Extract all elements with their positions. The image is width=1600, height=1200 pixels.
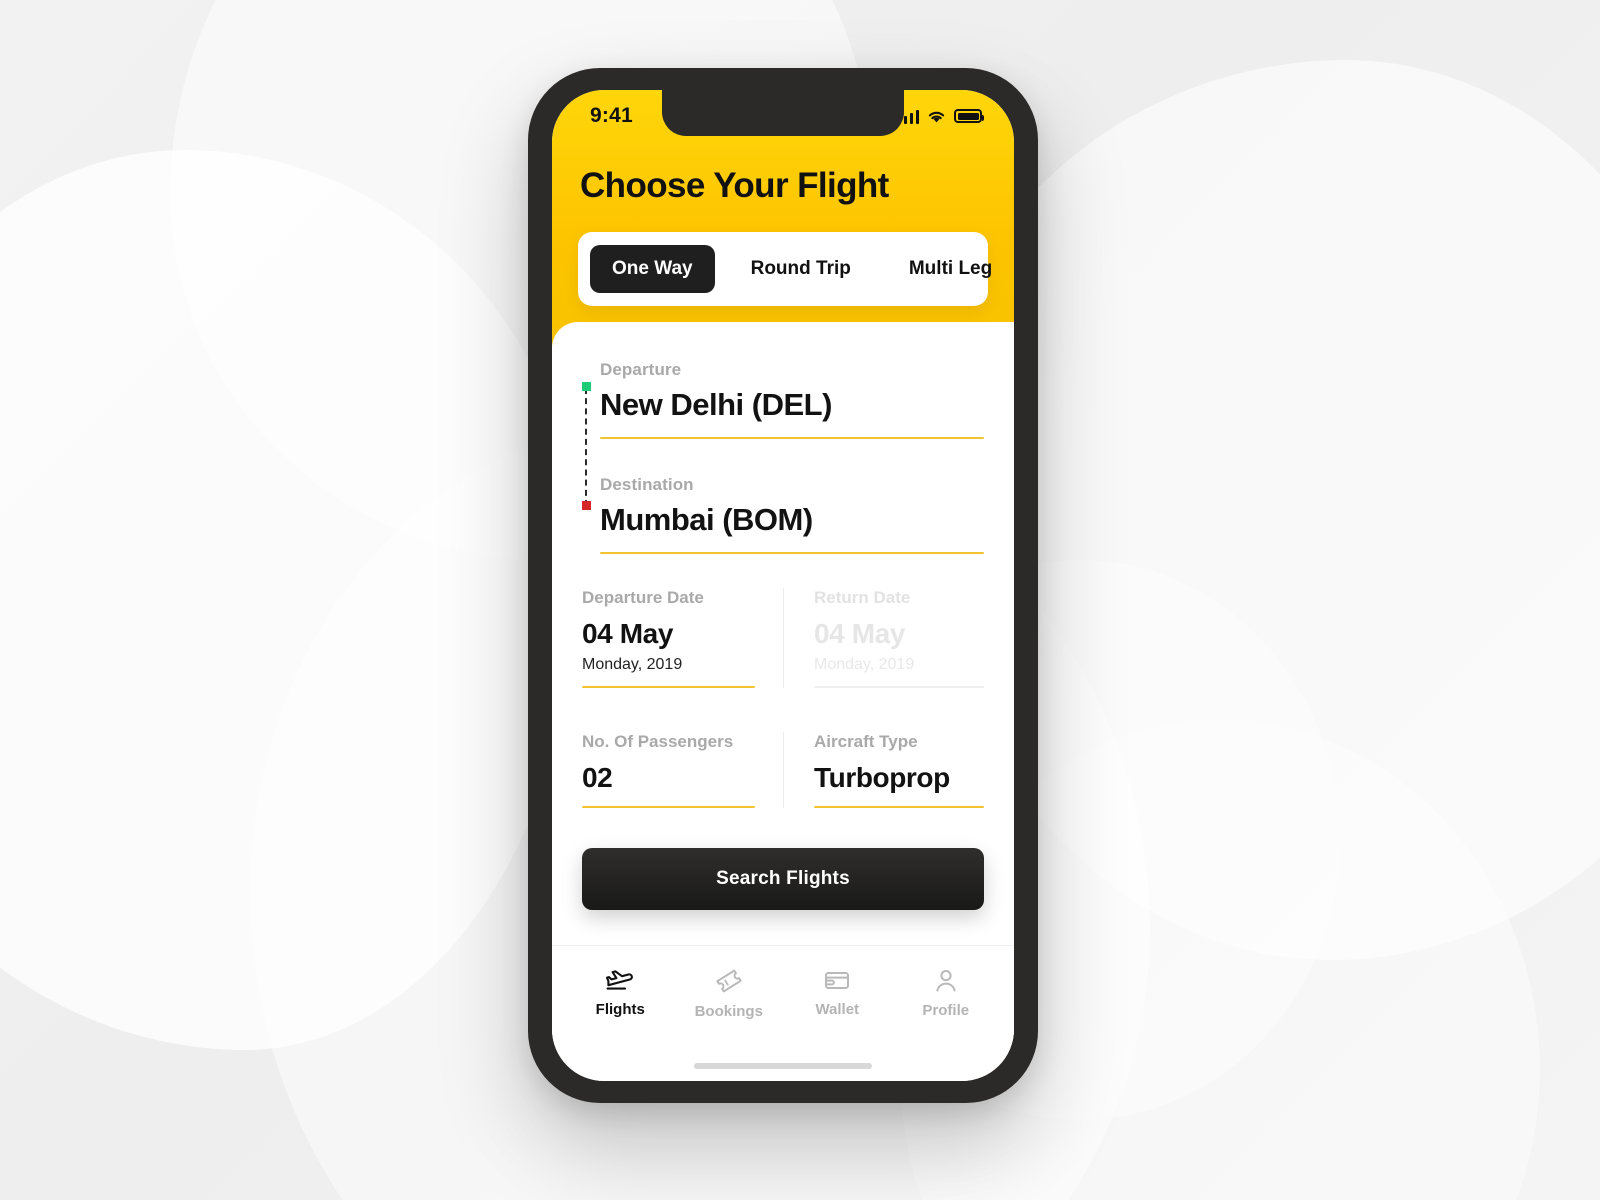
tab-round-trip[interactable]: Round Trip (729, 245, 873, 293)
passengers-field[interactable]: No. Of Passengers 02 (582, 732, 783, 808)
search-form-sheet: Departure New Delhi (DEL) Destination Mu… (552, 322, 1014, 1081)
phone-mockup: 9:41 Choose Your Flight One Way Round Tr… (528, 68, 1038, 1103)
wifi-icon (928, 111, 945, 122)
status-bar-icons (897, 109, 984, 124)
tab-one-way[interactable]: One Way (590, 245, 715, 293)
page-title: Choose Your Flight (580, 166, 889, 205)
destination-label: Destination (600, 475, 694, 494)
nav-label-profile: Profile (922, 1002, 970, 1019)
phone-notch (662, 90, 904, 136)
return-date-label: Return Date (814, 588, 911, 607)
origin-marker-icon (582, 382, 591, 391)
departure-date-underline (582, 686, 755, 688)
nav-label-bookings: Bookings (694, 1003, 763, 1020)
return-date-subtext: Monday, 2019 (814, 656, 915, 673)
route-fields: Departure New Delhi (DEL) Destination Mu… (582, 360, 984, 554)
departure-value: New Delhi (DEL) (600, 387, 832, 422)
ticket-icon (716, 969, 742, 993)
phone-screen: 9:41 Choose Your Flight One Way Round Tr… (552, 90, 1014, 1081)
battery-icon (954, 109, 984, 123)
return-date-value: 04 May (814, 618, 905, 649)
passengers-underline (582, 806, 755, 808)
person-icon (936, 970, 956, 992)
route-dashed-line (585, 388, 587, 506)
trip-type-tabs: One Way Round Trip Multi Leg (578, 232, 992, 306)
nav-item-flights[interactable]: Flights (566, 968, 675, 1018)
passengers-value: 02 (582, 762, 613, 793)
nav-label-flights: Flights (595, 1001, 645, 1018)
departure-date-field[interactable]: Departure Date 04 May Monday, 2019 (582, 588, 783, 688)
departure-date-label: Departure Date (582, 588, 704, 607)
tab-multi-leg[interactable]: Multi Leg (887, 245, 1014, 293)
destination-marker-icon (582, 501, 591, 510)
aircraft-type-label: Aircraft Type (814, 732, 918, 751)
destination-underline (600, 552, 984, 554)
wallet-icon (825, 972, 850, 989)
return-date-underline (814, 686, 984, 688)
departure-underline (600, 437, 984, 439)
aircraft-type-value: Turboprop (814, 762, 950, 793)
aircraft-type-underline (814, 806, 984, 808)
departure-date-value: 04 May (582, 618, 673, 649)
departure-date-subtext: Monday, 2019 (582, 656, 683, 673)
passengers-label: No. Of Passengers (582, 732, 734, 751)
home-indicator[interactable] (694, 1063, 872, 1069)
flight-details-grid: Departure Date 04 May Monday, 2019 Retur… (582, 588, 984, 808)
destination-value: Mumbai (BOM) (600, 502, 813, 537)
status-bar-time: 9:41 (590, 104, 633, 127)
return-date-field[interactable]: Return Date 04 May Monday, 2019 (783, 588, 984, 688)
bottom-navigation: Flights Bookings Wallet Profile (552, 945, 1014, 1063)
nav-label-wallet: Wallet (815, 1001, 860, 1018)
departure-field[interactable]: Departure New Delhi (DEL) (600, 360, 984, 439)
destination-field[interactable]: Destination Mumbai (BOM) (600, 475, 984, 554)
nav-item-wallet[interactable]: Wallet (783, 968, 892, 1018)
sheet-spacer (582, 910, 984, 945)
aircraft-type-field[interactable]: Aircraft Type Turboprop (783, 732, 984, 808)
nav-item-bookings[interactable]: Bookings (675, 968, 784, 1020)
search-flights-button[interactable]: Search Flights (582, 848, 984, 910)
airplane-takeoff-icon (606, 970, 634, 990)
departure-label: Departure (600, 360, 682, 379)
nav-item-profile[interactable]: Profile (892, 968, 1001, 1019)
